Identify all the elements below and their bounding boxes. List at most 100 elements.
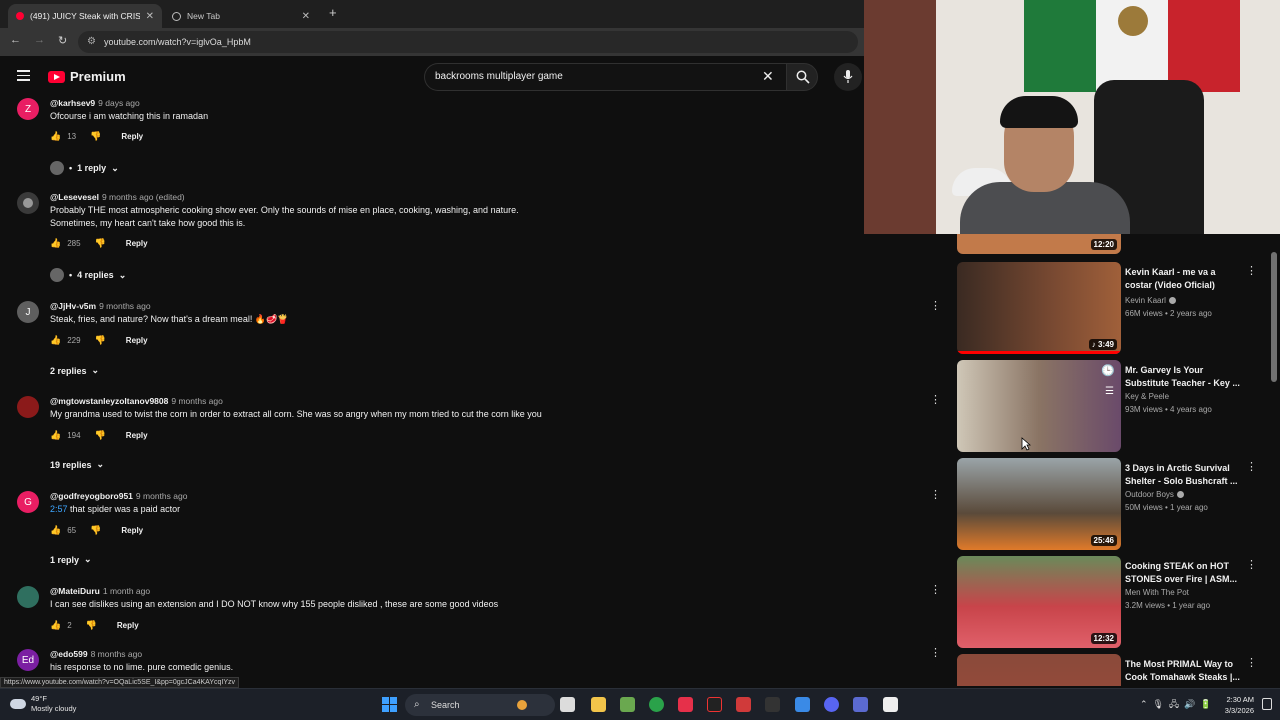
weather-widget[interactable]: 49°F Mostly cloudy bbox=[10, 694, 76, 714]
comment-menu-icon[interactable]: ⋮ bbox=[930, 646, 941, 659]
reply-button[interactable]: Reply bbox=[126, 431, 148, 440]
video-menu-icon[interactable]: ⋮ bbox=[1246, 264, 1257, 277]
video-thumbnail[interactable]: ♪ 3:49 bbox=[957, 262, 1121, 354]
dislike-icon[interactable]: 👎 bbox=[95, 430, 106, 441]
channel-name[interactable]: Outdoor Boys bbox=[1125, 490, 1184, 499]
comment-menu-icon[interactable]: ⋮ bbox=[930, 583, 941, 596]
watch-later-icon[interactable]: 🕒 bbox=[1101, 364, 1115, 377]
comment-author[interactable]: @mgtowstanleyzoltanov9808 9 months ago bbox=[50, 396, 223, 406]
windows-start-icon[interactable] bbox=[382, 697, 397, 712]
app-icon[interactable] bbox=[620, 697, 635, 712]
avatar[interactable]: Z bbox=[17, 98, 39, 120]
comment-menu-icon[interactable]: ⋮ bbox=[930, 393, 941, 406]
recommendation-item[interactable]: 25:46 3 Days in Arctic Survival Shelter … bbox=[950, 458, 1280, 550]
recommendation-item[interactable]: 12:20 bbox=[950, 234, 1280, 254]
add-to-queue-icon[interactable]: ☰ bbox=[1105, 386, 1114, 397]
view-replies-button[interactable]: 19 replies ⌄ bbox=[50, 459, 104, 470]
view-replies-button[interactable]: 1 reply ⌄ bbox=[50, 554, 92, 565]
discord-icon[interactable] bbox=[824, 697, 839, 712]
like-icon[interactable]: 👍 bbox=[50, 430, 61, 441]
dislike-icon[interactable]: 👎 bbox=[90, 525, 101, 536]
comment-menu-icon[interactable]: ⋮ bbox=[930, 299, 941, 312]
view-replies-button[interactable]: 2 replies ⌄ bbox=[50, 365, 99, 376]
comment-author[interactable]: @JjHv-v5m 9 months ago bbox=[50, 301, 151, 311]
reply-button[interactable]: Reply bbox=[126, 239, 148, 248]
voice-search-button[interactable] bbox=[834, 63, 862, 91]
video-title[interactable]: Cooking STEAK on HOT STONES over Fire | … bbox=[1125, 560, 1241, 586]
tab-new[interactable]: New Tab ✕ bbox=[164, 4, 318, 28]
channel-name[interactable]: Key & Peele bbox=[1125, 392, 1169, 401]
tiktok-icon[interactable] bbox=[678, 697, 693, 712]
back-arrow-icon[interactable]: ← bbox=[10, 34, 21, 46]
channel-name[interactable]: Kevin Kaarl bbox=[1125, 296, 1176, 305]
video-thumbnail[interactable]: 🕒 ☰ bbox=[957, 360, 1121, 452]
recommendation-item[interactable]: The Most PRIMAL Way to Cook Tomahawk Ste… bbox=[950, 654, 1280, 686]
url-input[interactable]: ⚙ youtube.com/watch?v=iglvOa_HpbM bbox=[78, 31, 858, 53]
recommendation-item[interactable]: ♪ 3:49 Kevin Kaarl - me va a costar (Vid… bbox=[950, 262, 1280, 354]
avatar[interactable] bbox=[17, 586, 39, 608]
system-tray[interactable]: ⌃ 🎙 🖧 🔊 🔋 bbox=[1140, 697, 1211, 713]
video-menu-icon[interactable]: ⋮ bbox=[1246, 362, 1257, 375]
avatar[interactable]: G bbox=[17, 491, 39, 513]
epic-games-icon[interactable] bbox=[765, 697, 780, 712]
search-button[interactable] bbox=[786, 63, 818, 91]
close-tab-icon[interactable]: ✕ bbox=[302, 11, 310, 22]
reply-button[interactable]: Reply bbox=[117, 621, 139, 630]
avatar[interactable]: Ed bbox=[17, 649, 39, 671]
video-title[interactable]: The Most PRIMAL Way to Cook Tomahawk Ste… bbox=[1125, 658, 1241, 684]
comment-author[interactable]: @Lesevesel 9 months ago (edited) bbox=[50, 192, 185, 202]
taskbar-search[interactable]: ⌕ Search bbox=[405, 694, 555, 716]
dislike-icon[interactable]: 👎 bbox=[95, 238, 106, 249]
chrome-icon[interactable] bbox=[649, 697, 664, 712]
video-title[interactable]: 3 Days in Arctic Survival Shelter - Solo… bbox=[1125, 462, 1241, 488]
video-title[interactable]: Kevin Kaarl - me va a costar (Video Ofic… bbox=[1125, 266, 1241, 292]
video-thumbnail[interactable]: 12:20 bbox=[957, 234, 1121, 254]
sidebar-scrollbar[interactable] bbox=[1271, 252, 1277, 382]
avatar[interactable] bbox=[17, 396, 39, 418]
avatar[interactable] bbox=[17, 192, 39, 214]
video-menu-icon[interactable]: ⋮ bbox=[1246, 558, 1257, 571]
like-icon[interactable]: 👍 bbox=[50, 525, 61, 536]
capcut-icon[interactable] bbox=[883, 697, 898, 712]
video-menu-icon[interactable]: ⋮ bbox=[1246, 460, 1257, 473]
comment-author[interactable]: @MateiDuru 1 month ago bbox=[50, 586, 150, 596]
comment-author[interactable]: @edo599 8 months ago bbox=[50, 649, 142, 659]
view-replies-button[interactable]: • 1 reply ⌄ bbox=[50, 161, 119, 175]
reply-button[interactable]: Reply bbox=[121, 526, 143, 535]
file-explorer-icon[interactable] bbox=[591, 697, 606, 712]
dislike-icon[interactable]: 👎 bbox=[95, 335, 106, 346]
reply-button[interactable]: Reply bbox=[126, 336, 148, 345]
youtube-logo[interactable]: Premium bbox=[48, 69, 126, 84]
video-title[interactable]: Mr. Garvey Is Your Substitute Teacher - … bbox=[1125, 364, 1241, 390]
close-tab-icon[interactable]: ✕ bbox=[146, 11, 154, 22]
tab-active[interactable]: (491) JUICY Steak with CRISPY FRIES ✕ bbox=[8, 4, 162, 28]
app-icon[interactable] bbox=[736, 697, 751, 712]
channel-name[interactable]: Men With The Pot bbox=[1125, 588, 1189, 597]
like-icon[interactable]: 👍 bbox=[50, 238, 61, 249]
comment-author[interactable]: @godfreyogboro951 9 months ago bbox=[50, 491, 187, 501]
notification-icon[interactable] bbox=[1262, 698, 1272, 710]
site-info-icon[interactable]: ⚙ bbox=[87, 31, 96, 53]
new-tab-plus-icon[interactable]: + bbox=[329, 5, 337, 20]
task-view-icon[interactable] bbox=[560, 697, 575, 712]
recommendation-item[interactable]: 12:32 Cooking STEAK on HOT STONES over F… bbox=[950, 556, 1280, 648]
reply-button[interactable]: Reply bbox=[121, 132, 143, 141]
view-replies-button[interactable]: • 4 replies ⌄ bbox=[50, 268, 126, 282]
reload-icon[interactable]: ↻ bbox=[58, 34, 67, 47]
clock[interactable]: 2:30 AM 3/3/2026 bbox=[1218, 694, 1254, 716]
search-input[interactable]: backrooms multiplayer game bbox=[424, 63, 786, 91]
comment-author[interactable]: @karhsev9 9 days ago bbox=[50, 98, 140, 108]
like-icon[interactable]: 👍 bbox=[50, 131, 61, 142]
menu-icon[interactable] bbox=[17, 70, 30, 84]
video-thumbnail[interactable] bbox=[957, 654, 1121, 686]
video-thumbnail[interactable]: 25:46 bbox=[957, 458, 1121, 550]
clear-search-icon[interactable]: ✕ bbox=[762, 68, 774, 85]
like-icon[interactable]: 👍 bbox=[50, 620, 61, 631]
app-icon[interactable] bbox=[795, 697, 810, 712]
comment-menu-icon[interactable]: ⋮ bbox=[930, 488, 941, 501]
avatar[interactable]: J bbox=[17, 301, 39, 323]
like-icon[interactable]: 👍 bbox=[50, 335, 61, 346]
app-icon[interactable] bbox=[707, 697, 722, 712]
dislike-icon[interactable]: 👎 bbox=[86, 620, 97, 631]
video-thumbnail[interactable]: 12:32 bbox=[957, 556, 1121, 648]
